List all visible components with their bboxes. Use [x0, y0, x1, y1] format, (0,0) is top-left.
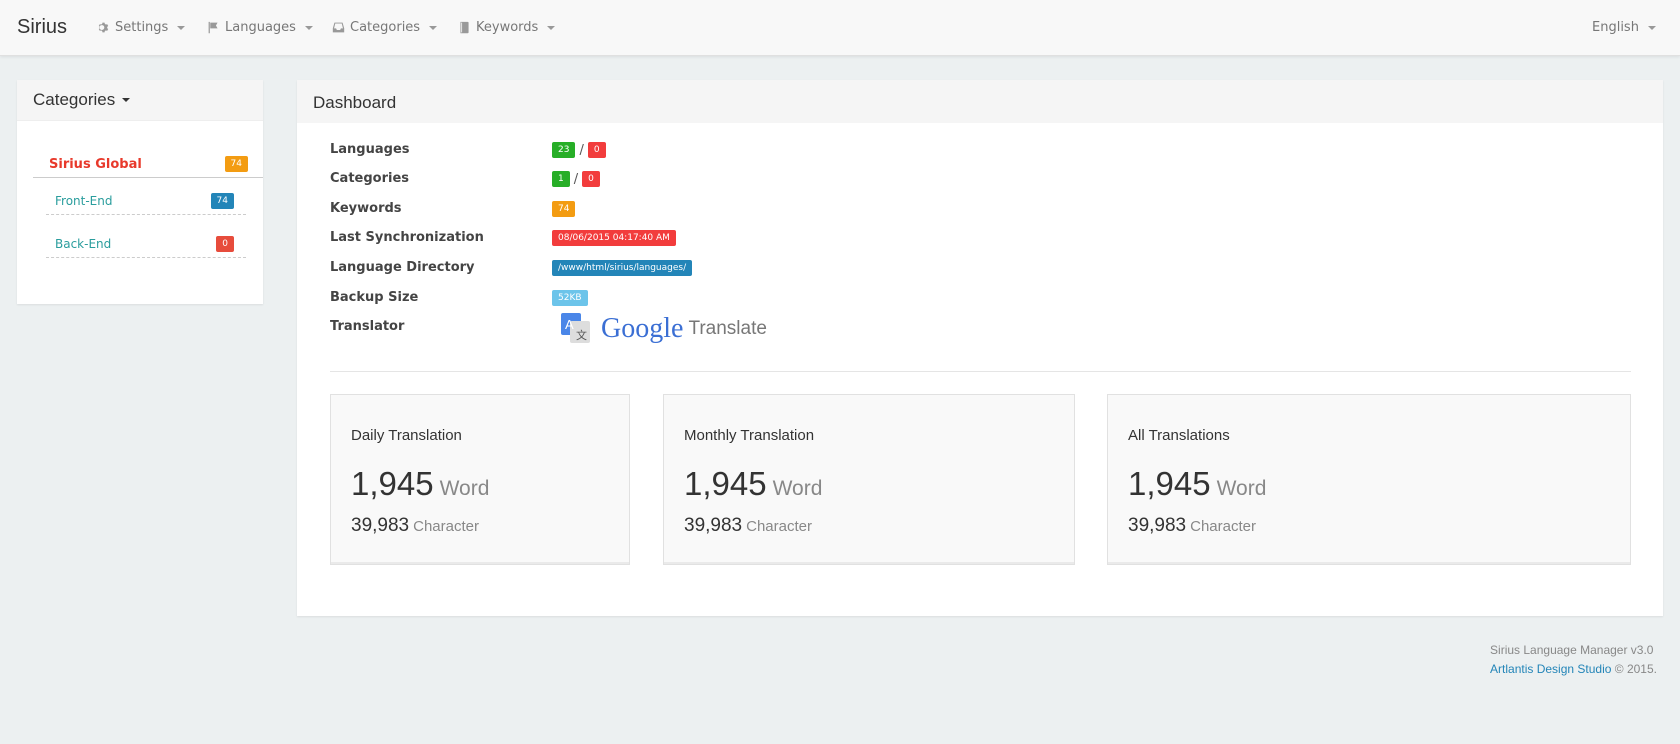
char-count-value: 39,983: [684, 515, 743, 536]
char-count-value: 39,983: [351, 515, 410, 536]
active-count-badge: 23: [552, 142, 576, 158]
category-count-badge: 74: [210, 192, 234, 209]
footer: Sirius Language Manager v3.0 Artlantis D…: [1490, 641, 1657, 679]
char-count: 39,983 Character: [1128, 515, 1256, 537]
word-count-value: 1,945: [1128, 465, 1211, 502]
lang-dir-value: /www/html/sirius/languages/: [552, 260, 693, 276]
char-count: 39,983 Character: [351, 515, 479, 537]
word-unit: Word: [772, 477, 823, 500]
char-unit: Character: [413, 518, 479, 535]
gear-icon: [98, 22, 109, 33]
translate-wordmark: Translate: [688, 318, 767, 339]
brand-logo[interactable]: Sirius: [17, 16, 67, 39]
stat-title: Daily Translation: [351, 427, 462, 444]
category-label: Back-End: [55, 236, 112, 251]
svg-text:文: 文: [576, 328, 587, 342]
monthly-translation-card: Monthly Translation 1,945 Word 39,983 Char…: [663, 394, 1075, 565]
daily-translation-card: Daily Translation 1,945 Word 39,983 Charac…: [330, 394, 630, 565]
footer-version: Sirius Language Manager v3.0: [1490, 643, 1654, 657]
translator-label: Translator: [330, 319, 405, 334]
char-count: 39,983 Character: [684, 515, 812, 537]
last-sync-value: 08/06/2015 04:17:40 AM: [552, 230, 676, 246]
backup-size-label: Backup Size: [330, 290, 419, 305]
flag-icon: [208, 21, 218, 34]
last-sync-label: Last Synchronization: [330, 230, 484, 245]
categories-panel: Categories Sirius Global 74 Front-End 74…: [17, 80, 263, 304]
nav-languages-label: Languages: [225, 20, 296, 35]
word-count: 1,945 Word: [1128, 465, 1266, 503]
categories-label: Categories: [330, 171, 410, 186]
char-count-value: 39,983: [1128, 515, 1187, 536]
categories-dropdown[interactable]: Categories: [17, 80, 263, 121]
chevron-down-icon: [304, 25, 313, 30]
dashboard-title: Dashboard: [297, 80, 1663, 123]
word-unit: Word: [439, 477, 490, 500]
lang-dir-badge: /www/html/sirius/languages/: [552, 260, 693, 276]
categories-panel-title: Categories: [33, 90, 116, 109]
category-label: Sirius Global: [49, 156, 142, 172]
category-item-back-end[interactable]: Back-End 0: [46, 230, 246, 258]
categories-value: 1 / 0: [552, 171, 600, 187]
backup-size-badge: 52KB: [552, 290, 588, 306]
nav-keywords[interactable]: Keywords: [458, 20, 556, 35]
separator: /: [573, 171, 579, 187]
footer-credits: Artlantis Design Studio © 2015.: [1490, 660, 1657, 679]
nav-categories[interactable]: Categories: [332, 20, 438, 35]
languages-value: 23 / 0: [552, 142, 606, 158]
nav-languages[interactable]: Languages: [207, 20, 313, 35]
lang-dir-label: Language Directory: [330, 260, 475, 275]
inbox-icon: [332, 22, 345, 33]
category-item-sirius-global[interactable]: Sirius Global 74: [33, 151, 263, 178]
word-unit: Word: [1216, 477, 1267, 500]
footer-copyright: © 2015.: [1614, 662, 1657, 676]
languages-label: Languages: [330, 142, 410, 157]
chevron-down-icon: [547, 25, 556, 30]
category-label: Front-End: [55, 193, 113, 208]
keywords-value: 74: [552, 201, 576, 217]
char-unit: Character: [746, 518, 812, 535]
nav-settings[interactable]: Settings: [97, 20, 186, 35]
svg-text:A: A: [565, 317, 574, 332]
stat-title: All Translations: [1128, 427, 1230, 444]
stat-title: Monthly Translation: [684, 427, 815, 444]
chevron-down-icon: [177, 25, 186, 30]
dashboard-panel: Dashboard Languages 23 / 0 Categories 1 …: [297, 80, 1663, 616]
inactive-count-badge: 0: [587, 142, 606, 158]
top-navbar: Sirius Settings Languages Categories Key…: [0, 0, 1680, 56]
backup-size-value: 52KB: [552, 290, 588, 306]
last-sync-badge: 08/06/2015 04:17:40 AM: [552, 230, 676, 246]
separator: /: [579, 142, 584, 158]
keywords-label: Keywords: [330, 201, 402, 216]
section-divider: [330, 371, 1631, 372]
language-selector-label: English: [1592, 20, 1639, 35]
all-translations-card: All Translations 1,945 Word 39,983 Charact…: [1107, 394, 1631, 565]
category-count-badge: 74: [224, 156, 248, 172]
category-item-front-end[interactable]: Front-End 74: [46, 187, 246, 215]
translate-icon: A 文: [561, 313, 590, 343]
chevron-down-icon: [1647, 25, 1656, 30]
language-selector[interactable]: English: [1592, 20, 1656, 35]
word-count: 1,945 Word: [351, 465, 489, 503]
book-icon: [460, 21, 469, 34]
google-translate-logo: A 文 Google Translate: [561, 313, 767, 345]
category-count-badge: 0: [216, 235, 234, 252]
google-wordmark: Google: [601, 313, 684, 344]
char-unit: Character: [1190, 518, 1256, 535]
studio-link[interactable]: Artlantis Design Studio: [1490, 662, 1611, 676]
nav-categories-label: Categories: [350, 20, 421, 35]
chevron-down-icon: [122, 98, 131, 102]
word-count-value: 1,945: [684, 465, 767, 502]
chevron-down-icon: [429, 25, 438, 30]
nav-settings-label: Settings: [115, 20, 169, 35]
inactive-count-badge: 0: [582, 171, 600, 187]
nav-keywords-label: Keywords: [476, 20, 539, 35]
keywords-count-badge: 74: [552, 201, 576, 217]
word-count: 1,945 Word: [684, 465, 822, 503]
word-count-value: 1,945: [351, 465, 434, 502]
active-count-badge: 1: [552, 171, 570, 187]
